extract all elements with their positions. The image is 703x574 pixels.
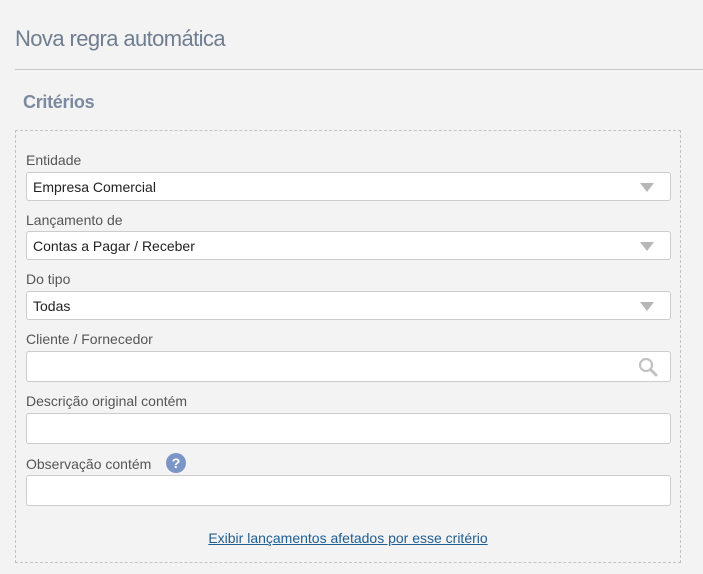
cliente-label: Cliente / Fornecedor bbox=[26, 331, 153, 347]
svg-text:?: ? bbox=[172, 455, 181, 471]
observacao-label: Observação contém bbox=[26, 456, 152, 472]
page-title: Nova regra automática bbox=[15, 26, 226, 51]
dropdown-arrow-icon bbox=[640, 242, 654, 251]
show-affected-entries-link[interactable]: Exibir lançamentos afetados por esse cri… bbox=[0, 530, 696, 546]
tipo-select[interactable]: Todas bbox=[26, 291, 671, 320]
tipo-label: Do tipo bbox=[26, 271, 71, 287]
section-title: Critérios bbox=[23, 92, 95, 112]
dropdown-arrow-icon bbox=[640, 302, 654, 311]
entidade-label: Entidade bbox=[26, 152, 82, 168]
question-icon[interactable]: ? bbox=[166, 453, 186, 473]
lancamento-label: Lançamento de bbox=[26, 212, 123, 228]
observacao-input[interactable] bbox=[26, 475, 671, 506]
dropdown-arrow-icon bbox=[640, 183, 654, 192]
cliente-fornecedor-input[interactable] bbox=[26, 351, 671, 382]
entidade-value: Empresa Comercial bbox=[33, 179, 156, 195]
lancamento-value: Contas a Pagar / Receber bbox=[33, 238, 195, 254]
search-icon[interactable] bbox=[638, 357, 658, 377]
descricao-input[interactable] bbox=[26, 413, 671, 444]
descricao-label: Descrição original contém bbox=[26, 393, 188, 409]
header-divider bbox=[15, 69, 703, 70]
tipo-value: Todas bbox=[33, 298, 71, 314]
lancamento-select[interactable]: Contas a Pagar / Receber bbox=[26, 231, 671, 260]
entidade-select[interactable]: Empresa Comercial bbox=[26, 172, 671, 201]
